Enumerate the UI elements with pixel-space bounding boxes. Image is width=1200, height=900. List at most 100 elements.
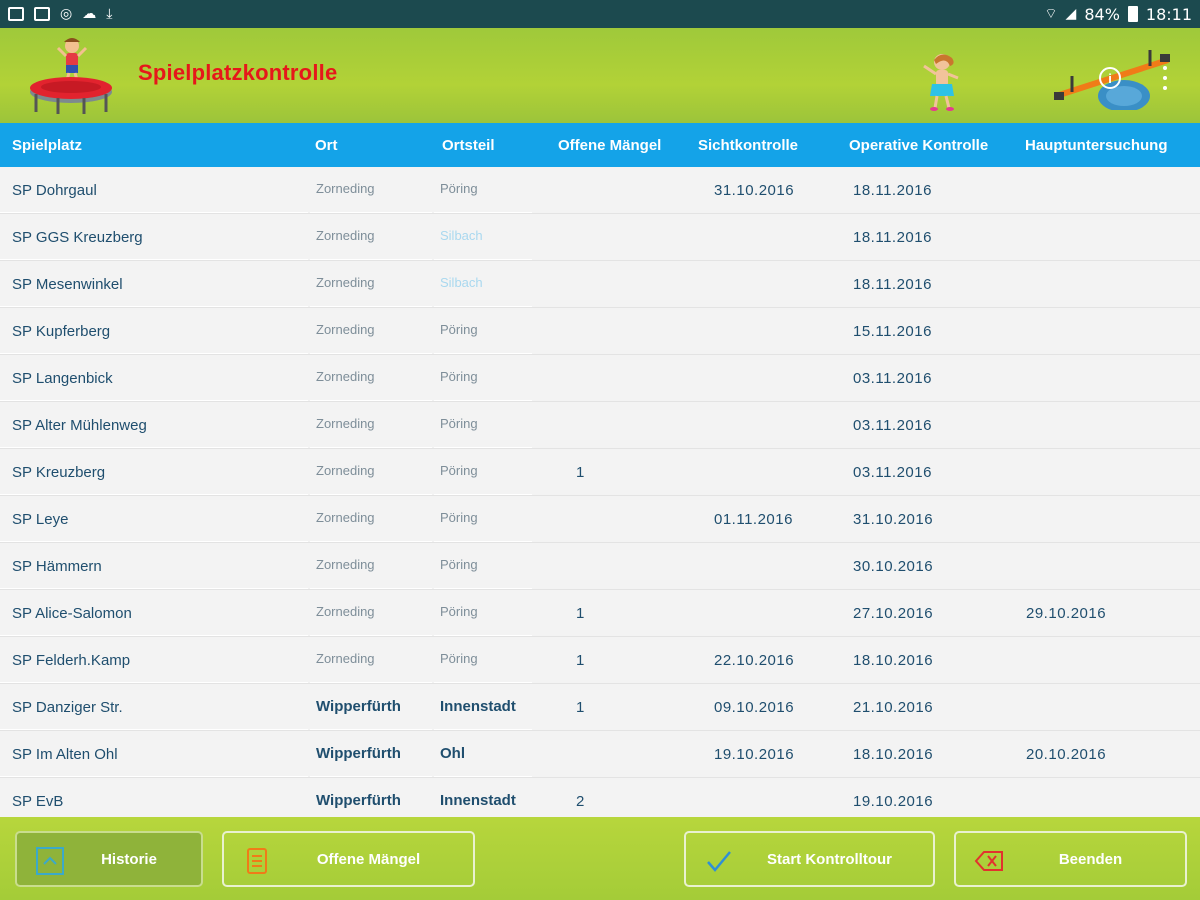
beenden-button[interactable]: Beenden <box>954 831 1187 887</box>
cell-sicht: 22.10.2016 <box>714 652 795 669</box>
save-icon <box>34 7 50 21</box>
table-row[interactable]: SP Felderh.Kamp Zorneding Pöring 1 22.10.201… <box>0 637 1200 684</box>
table-row[interactable]: SP Alter Mühlenweg Zorneding Pöring 03.11.2… <box>0 402 1200 449</box>
wifi-icon: ⌔ <box>1044 6 1058 22</box>
cell-spielplatz: SP EvB <box>12 793 64 810</box>
column-header-ort[interactable]: Ort <box>315 137 338 154</box>
cell-ort: Zorneding <box>316 604 375 619</box>
cell-operativ: 31.10.2016 <box>853 511 934 528</box>
cell-spielplatz: SP Alice-Salomon <box>12 605 132 622</box>
cell-ort: Zorneding <box>316 416 375 431</box>
cell-ortsteil: Pöring <box>440 463 478 478</box>
table-row[interactable]: SP Alice-Salomon Zorneding Pöring 1 27.10.20… <box>0 590 1200 637</box>
seesaw-illustration-icon: i <box>1054 50 1170 110</box>
playground-table: SP Dohrgaul Zorneding Pöring 31.10.2016 18.1… <box>0 167 1200 817</box>
cell-ort: Zorneding <box>316 322 375 337</box>
cell-spielplatz: SP Danziger Str. <box>12 699 123 716</box>
cell-ort: Zorneding <box>316 369 375 384</box>
cell-ort: Zorneding <box>316 275 375 290</box>
table-row[interactable]: SP Danziger Str. Wipperfürth Innenstadt 1 09… <box>0 684 1200 731</box>
cell-haupt: 29.10.2016 <box>1026 605 1107 622</box>
table-row[interactable]: SP EvB Wipperfürth Innenstadt 2 19.10.2016 <box>0 778 1200 817</box>
footer-toolbar: Historie Offene Mängel Start Kontrolltou… <box>0 817 1200 900</box>
cell-ortsteil: Pöring <box>440 557 478 572</box>
cell-maengel: 1 <box>576 605 585 622</box>
cell-spielplatz: SP Mesenwinkel <box>12 276 123 293</box>
cell-operativ: 27.10.2016 <box>853 605 934 622</box>
cell-ort: Wipperfürth <box>316 792 401 809</box>
table-row[interactable]: SP GGS Kreuzberg Zorneding Silbach 18.11.20… <box>0 214 1200 261</box>
cell-maengel: 2 <box>576 793 585 810</box>
svg-text:i: i <box>1108 71 1112 86</box>
table-row[interactable]: SP Hämmern Zorneding Pöring 30.10.2016 <box>0 543 1200 590</box>
status-bar: ◎ ☁ ⤓ ⌔ ◢ 84% 18:11 <box>0 0 1200 28</box>
column-header-hauptuntersuchung[interactable]: Hauptuntersuchung <box>1025 137 1168 154</box>
cell-spielplatz: SP Hämmern <box>12 558 102 575</box>
status-left-icons: ◎ ☁ ⤓ <box>8 7 112 21</box>
cell-haupt: 20.10.2016 <box>1026 746 1107 763</box>
cell-operativ: 03.11.2016 <box>853 417 932 434</box>
cell-ortsteil: Pöring <box>440 322 478 337</box>
cell-ort: Zorneding <box>316 510 375 525</box>
table-row[interactable]: SP Mesenwinkel Zorneding Silbach 18.11.2016 <box>0 261 1200 308</box>
cell-ortsteil: Silbach <box>440 228 483 243</box>
battery-percent: 84% <box>1084 4 1120 24</box>
cell-operativ: 18.10.2016 <box>853 746 934 763</box>
photo-icon <box>8 7 24 21</box>
cell-ort: Zorneding <box>316 463 375 478</box>
start-kontrolltour-button[interactable]: Start Kontrolltour <box>684 831 935 887</box>
cell-spielplatz: SP Langenbick <box>12 370 113 387</box>
cell-ortsteil: Innenstadt <box>440 698 516 715</box>
table-row[interactable]: SP Langenbick Zorneding Pöring 03.11.2016 <box>0 355 1200 402</box>
cell-maengel: 1 <box>576 699 585 716</box>
cell-ortsteil: Pöring <box>440 369 478 384</box>
signal-icon: ◢ <box>1065 6 1077 22</box>
table-row[interactable]: SP Im Alten Ohl Wipperfürth Ohl 19.10.2016 1… <box>0 731 1200 778</box>
trampoline-logo-icon <box>30 38 112 114</box>
cell-operativ: 15.11.2016 <box>853 323 932 340</box>
cell-ort: Zorneding <box>316 557 375 572</box>
column-header-offene-maengel[interactable]: Offene Mängel <box>558 137 661 154</box>
status-right: ⌔ ◢ 84% 18:11 <box>1044 5 1192 24</box>
cell-ort: Zorneding <box>316 181 375 196</box>
table-row[interactable]: SP Dohrgaul Zorneding Pöring 31.10.2016 18.1… <box>0 167 1200 214</box>
cell-ortsteil: Pöring <box>440 604 478 619</box>
overflow-menu-icon[interactable] <box>1158 66 1172 90</box>
cell-spielplatz: SP Kreuzberg <box>12 464 106 481</box>
cell-spielplatz: SP Felderh.Kamp <box>12 652 131 669</box>
cell-spielplatz: SP Dohrgaul <box>12 182 97 199</box>
cell-maengel: 1 <box>576 652 585 669</box>
column-header-ortsteil[interactable]: Ortsteil <box>442 137 495 154</box>
cell-sicht: 09.10.2016 <box>714 699 795 716</box>
cell-ort: Wipperfürth <box>316 745 401 762</box>
cell-spielplatz: SP GGS Kreuzberg <box>12 229 143 246</box>
cell-spielplatz: SP Im Alten Ohl <box>12 746 118 763</box>
table-row[interactable]: SP Kupferberg Zorneding Pöring 15.11.2016 <box>0 308 1200 355</box>
cell-ortsteil: Pöring <box>440 416 478 431</box>
app-title: Spielplatzkontrolle <box>138 60 338 85</box>
cell-ort: Zorneding <box>316 228 375 243</box>
table-row[interactable]: SP Kreuzberg Zorneding Pöring 1 03.11.2016 <box>0 449 1200 496</box>
cell-operativ: 03.11.2016 <box>853 464 932 481</box>
cloud-icon: ☁ <box>82 6 97 22</box>
cell-sicht: 31.10.2016 <box>714 182 795 199</box>
table-row[interactable]: SP Leye Zorneding Pöring 01.11.2016 31.10.20… <box>0 496 1200 543</box>
cell-ortsteil: Innenstadt <box>440 792 516 809</box>
historie-button[interactable]: Historie <box>15 831 203 887</box>
column-header-sichtkontrolle[interactable]: Sichtkontrolle <box>698 137 798 154</box>
column-header-spielplatz[interactable]: Spielplatz <box>12 137 82 154</box>
column-header-operative-kontrolle[interactable]: Operative Kontrolle <box>849 137 988 154</box>
offene-maengel-button[interactable]: Offene Mängel <box>222 831 475 887</box>
cell-sicht: 19.10.2016 <box>714 746 795 763</box>
cell-operativ: 03.11.2016 <box>853 370 932 387</box>
cell-ort: Wipperfürth <box>316 698 401 715</box>
cell-operativ: 18.11.2016 <box>853 229 932 246</box>
clock: 18:11 <box>1145 4 1192 24</box>
cell-ortsteil: Silbach <box>440 275 483 290</box>
cell-spielplatz: SP Kupferberg <box>12 323 111 340</box>
cell-ortsteil: Pöring <box>440 510 478 525</box>
cell-maengel: 1 <box>576 464 585 481</box>
cell-ortsteil: Ohl <box>440 745 465 762</box>
globe-icon: ◎ <box>60 6 73 22</box>
cell-ortsteil: Pöring <box>440 651 478 666</box>
